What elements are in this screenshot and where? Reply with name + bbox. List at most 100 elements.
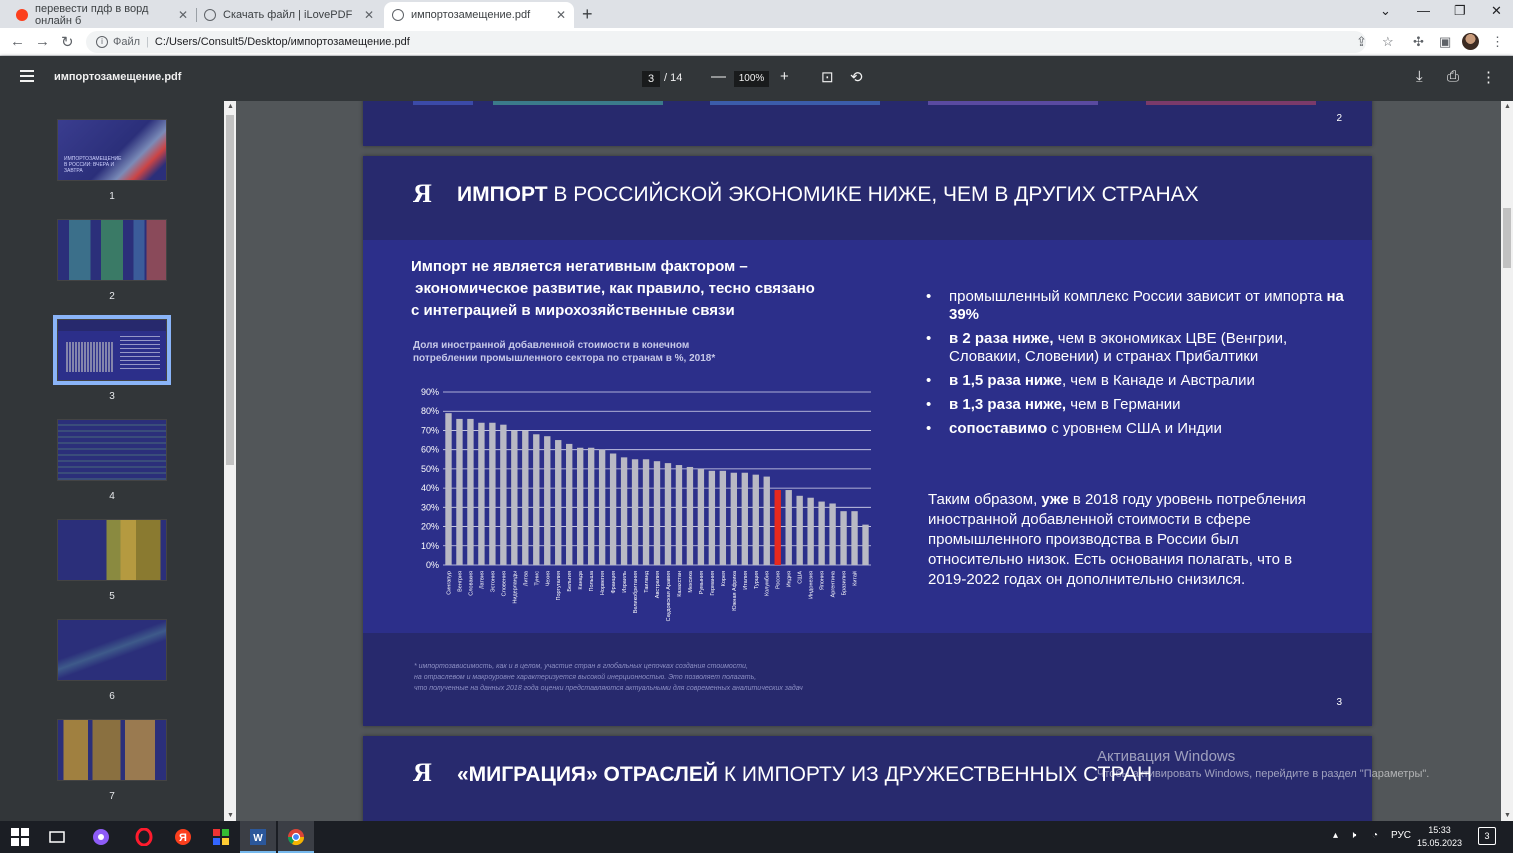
reload-button[interactable]: ↻ xyxy=(61,33,74,51)
chart-caption: Доля иностранной добавленной стоимости в… xyxy=(413,339,715,365)
thumbnail-page-3[interactable] xyxy=(53,315,171,385)
download-icon[interactable]: ⤓ xyxy=(1416,68,1423,85)
bar xyxy=(467,418,474,565)
pdf-page-2: 2 xyxy=(363,101,1372,146)
zoom-out-button[interactable]: — xyxy=(711,68,726,85)
menu-icon[interactable] xyxy=(20,70,34,82)
bullet-text: , чем в Канаде и Австралии xyxy=(1061,372,1255,389)
rotate-icon[interactable]: ⟲ xyxy=(850,68,863,86)
svg-text:Я: Я xyxy=(179,832,187,844)
thumbnail-page-1[interactable]: ИМПОРТОЗАМЕЩЕНИЕ В РОССИИ: ВЧЕРА И ЗАВТР… xyxy=(57,119,167,181)
close-icon[interactable]: ✕ xyxy=(364,8,374,22)
fit-page-icon[interactable]: ⊡ xyxy=(821,68,834,86)
chrome-icon[interactable] xyxy=(287,828,305,846)
side-panel-icon[interactable]: ▣ xyxy=(1439,34,1451,50)
key-facts-list: промышленный комплекс России зависит от … xyxy=(926,288,1346,444)
clock-time: 15:33 xyxy=(1428,825,1451,835)
document-scrollbar[interactable]: ▲ ▼ xyxy=(1501,101,1513,821)
url-text: C:/Users/Consult5/Desktop/импортозамещен… xyxy=(154,36,410,48)
x-tick-label: Корея xyxy=(721,571,727,586)
opera-icon[interactable] xyxy=(135,828,153,846)
footnote-line: на отраслевом и макроуровне характеризуе… xyxy=(414,674,757,681)
extensions-icon[interactable]: ✣ xyxy=(1413,34,1424,50)
bar xyxy=(445,413,452,565)
x-tick-label: Словения xyxy=(501,571,507,596)
volume-icon[interactable]: 🕨 xyxy=(1350,830,1356,841)
x-tick-label: Венгрия xyxy=(457,571,463,592)
alice-icon[interactable] xyxy=(92,828,110,846)
print-icon[interactable]: ⎙ xyxy=(1447,68,1459,85)
info-icon[interactable]: i xyxy=(96,36,108,48)
address-bar[interactable]: i Файл | C:/Users/Consult5/Desktop/импор… xyxy=(86,31,1366,53)
restore-button[interactable]: ❐ xyxy=(1454,3,1466,19)
thumbnail-page-7[interactable] xyxy=(57,719,167,781)
avatar[interactable] xyxy=(1462,33,1479,50)
page-total: / 14 xyxy=(664,72,683,84)
activation-title: Активация Windows xyxy=(1097,748,1236,765)
share-icon[interactable]: ⇪ xyxy=(1356,34,1367,50)
globe-icon xyxy=(204,9,216,21)
thumbnail-page-5[interactable] xyxy=(57,519,167,581)
y-tick-label: 70% xyxy=(421,425,439,435)
tab-yandex-search[interactable]: перевести пдф в ворд онлайн б ✕ xyxy=(8,2,196,28)
close-icon[interactable]: ✕ xyxy=(556,8,566,22)
x-tick-label: США xyxy=(798,571,804,584)
network-icon[interactable]: ◔ xyxy=(1372,830,1378,841)
new-tab-button[interactable]: + xyxy=(582,4,593,25)
more-actions-icon[interactable]: ⋮ xyxy=(1481,68,1496,86)
minimize-button[interactable]: — xyxy=(1417,3,1430,18)
tray-chevron-icon[interactable]: ▴ xyxy=(1333,830,1338,841)
bar xyxy=(840,511,847,565)
thumbnail-page-2[interactable] xyxy=(57,219,167,281)
pdf-title: импортозамещение.pdf xyxy=(54,71,182,83)
tab-label: импортозамещение.pdf xyxy=(411,9,531,21)
x-tick-label: Италия xyxy=(743,571,749,590)
word-icon[interactable]: W xyxy=(249,828,267,846)
scroll-down-icon[interactable]: ▼ xyxy=(227,812,234,819)
bar xyxy=(653,461,661,565)
thumbnail-page-6[interactable] xyxy=(57,619,167,681)
x-tick-label: Австралия xyxy=(655,571,661,598)
tab-ilovepdf[interactable]: Скачать файл | iLovePDF ✕ xyxy=(196,2,382,28)
tab-label: Скачать файл | iLovePDF xyxy=(223,9,353,21)
scroll-up-icon[interactable]: ▲ xyxy=(1504,103,1511,110)
input-language[interactable]: РУС xyxy=(1391,830,1411,841)
page-number: 2 xyxy=(1336,113,1342,124)
zoom-in-button[interactable]: + xyxy=(780,68,789,85)
tab-pdf[interactable]: импортозамещение.pdf ✕ xyxy=(384,2,574,28)
apps-icon[interactable] xyxy=(212,828,230,846)
bullet-bold: сопоставимо xyxy=(949,420,1048,437)
zoom-input[interactable]: 100% xyxy=(734,71,769,87)
x-tick-label: Саудовская Аравия xyxy=(666,571,672,621)
thumbnail-page-4[interactable] xyxy=(57,419,167,481)
scroll-down-icon[interactable]: ▼ xyxy=(1504,812,1511,819)
bar xyxy=(818,501,825,565)
y-tick-label: 60% xyxy=(421,445,439,455)
x-tick-label: Португалия xyxy=(556,571,562,601)
task-view-icon[interactable] xyxy=(48,828,66,846)
scroll-thumb[interactable] xyxy=(226,115,234,465)
windows-start-icon[interactable] xyxy=(11,828,29,846)
slide-body: Импорт не является негативным фактором –… xyxy=(363,240,1372,633)
sidebar-scrollbar[interactable]: ▲ ▼ xyxy=(224,101,236,821)
hse-logo: Я xyxy=(413,758,432,787)
separator: | xyxy=(146,36,149,48)
back-button[interactable]: ← xyxy=(10,33,25,50)
scroll-thumb[interactable] xyxy=(1503,208,1511,268)
page-number-input[interactable]: 3 xyxy=(642,71,660,87)
menu-icon[interactable]: ⋮ xyxy=(1491,34,1504,50)
forward-button[interactable]: → xyxy=(35,33,50,50)
x-tick-label: Мексика xyxy=(688,570,694,593)
close-icon[interactable]: ✕ xyxy=(178,8,188,22)
scroll-up-icon[interactable]: ▲ xyxy=(227,103,234,110)
clock[interactable]: 15:33 15.05.2023 xyxy=(1417,824,1462,850)
bullet-bold: в 1,5 раза ниже xyxy=(949,372,1062,389)
bookmark-star-icon[interactable]: ☆ xyxy=(1382,34,1394,50)
thumbnail-number: 4 xyxy=(109,491,115,502)
tab-search-icon[interactable]: ⌄ xyxy=(1380,3,1391,19)
bar xyxy=(500,424,507,565)
yandex-browser-icon[interactable]: Я xyxy=(174,828,192,846)
close-window-button[interactable]: ✕ xyxy=(1491,3,1502,19)
bar xyxy=(829,503,836,565)
notifications-icon[interactable]: 3 xyxy=(1478,827,1496,845)
